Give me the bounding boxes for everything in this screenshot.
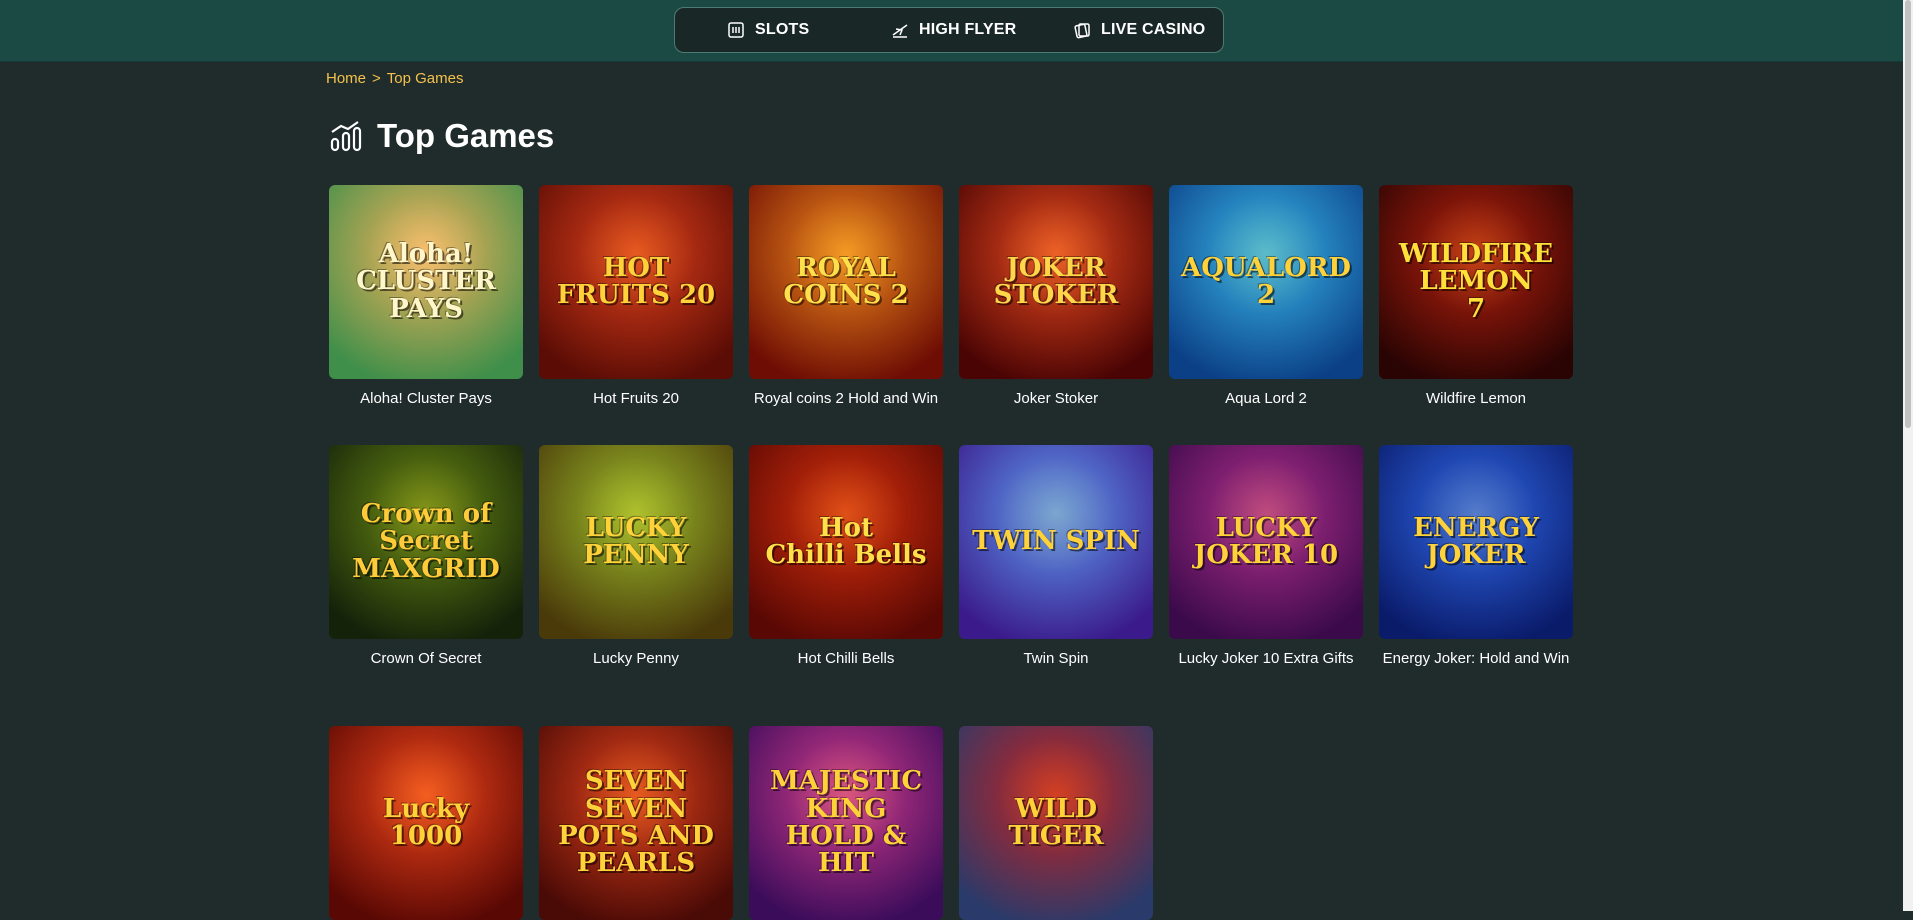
slot-machine-icon xyxy=(728,22,744,38)
page-title: Top Games xyxy=(377,117,555,154)
game-card[interactable]: MAJESTIC KING HOLD & HIT xyxy=(749,726,943,920)
game-card[interactable]: LUCKY PENNY Lucky Penny xyxy=(539,445,733,669)
game-name: Crown Of Secret xyxy=(370,650,482,667)
game-thumbnail[interactable]: TWIN SPIN xyxy=(959,445,1153,639)
thumbnail-glow xyxy=(996,455,1116,575)
game-art-title: Crown of Secret MAXGRID xyxy=(352,499,500,584)
nav-slots[interactable]: SLOTS xyxy=(727,21,809,39)
nav-live-casino-label: LIVE CASINO xyxy=(1101,21,1206,38)
game-thumbnail[interactable]: Aloha! CLUSTER PAYS xyxy=(329,185,523,379)
breadcrumb-separator: > xyxy=(372,70,381,87)
game-name: Energy Joker: Hold and Win xyxy=(1382,650,1570,667)
nav-high-flyer[interactable]: HIGH FLYER xyxy=(891,21,1016,39)
nav-live-casino[interactable]: LIVE CASINO xyxy=(1073,21,1205,39)
game-card[interactable]: WILD TIGER xyxy=(959,726,1153,920)
game-name: Lucky Joker 10 Extra Gifts xyxy=(1178,650,1354,667)
game-art-title: MAJESTIC KING HOLD & HIT xyxy=(769,766,923,879)
breadcrumb-home[interactable]: Home xyxy=(326,70,366,87)
scrollbar[interactable] xyxy=(1903,0,1913,911)
game-thumbnail[interactable]: MAJESTIC KING HOLD & HIT xyxy=(749,726,943,920)
game-name: Royal coins 2 Hold and Win xyxy=(753,390,939,407)
game-name: Aloha! Cluster Pays xyxy=(360,390,492,407)
game-thumbnail[interactable]: LUCKY JOKER 10 xyxy=(1169,445,1363,639)
main-nav: SLOTS HIGH FLYER LIVE CASINO xyxy=(674,7,1224,53)
game-card[interactable]: ROYAL COINS 2 Royal coins 2 Hold and Win xyxy=(749,185,943,409)
game-card[interactable]: ENERGY JOKER Energy Joker: Hold and Win xyxy=(1379,445,1573,669)
game-card[interactable]: Crown of Secret MAXGRID Crown Of Secret xyxy=(329,445,523,669)
game-thumbnail[interactable]: Hot Chilli Bells xyxy=(749,445,943,639)
game-card[interactable]: WILDFIRE LEMON 7 Wildfire Lemon xyxy=(1379,185,1573,409)
game-card[interactable]: JOKER STOKER Joker Stoker xyxy=(959,185,1153,409)
game-name: Joker Stoker xyxy=(1013,390,1099,407)
game-name: Twin Spin xyxy=(1023,650,1089,667)
game-art-title: LUCKY PENNY xyxy=(583,512,689,570)
game-card[interactable]: AQUALORD 2 Aqua Lord 2 xyxy=(1169,185,1363,409)
game-art-title: Hot Chilli Bells xyxy=(765,512,927,570)
game-name: Aqua Lord 2 xyxy=(1225,390,1307,407)
nav-slots-label: SLOTS xyxy=(755,21,810,38)
cards-icon xyxy=(1074,23,1090,39)
game-thumbnail[interactable]: JOKER STOKER xyxy=(959,185,1153,379)
game-thumbnail[interactable]: ENERGY JOKER xyxy=(1379,445,1573,639)
game-art-title: WILDFIRE LEMON 7 xyxy=(1398,239,1554,324)
game-name: Lucky Penny xyxy=(593,650,679,667)
game-art-title: WILD TIGER xyxy=(1008,793,1104,851)
breadcrumb-current[interactable]: Top Games xyxy=(387,70,464,87)
game-card[interactable]: HOT FRUITS 20 Hot Fruits 20 xyxy=(539,185,733,409)
game-card[interactable]: Hot Chilli Bells Hot Chilli Bells xyxy=(749,445,943,669)
game-thumbnail[interactable]: SEVEN SEVEN POTS AND PEARLS xyxy=(539,726,733,920)
page-title-row: Top Games xyxy=(329,117,554,155)
game-card[interactable]: Aloha! CLUSTER PAYS Aloha! Cluster Pays xyxy=(329,185,523,409)
game-name: Hot Chilli Bells xyxy=(797,650,895,667)
game-art-title: ENERGY JOKER xyxy=(1413,512,1539,570)
game-art-title: Aloha! CLUSTER PAYS xyxy=(356,239,496,324)
game-card[interactable]: Lucky 1000 xyxy=(329,726,523,920)
game-card[interactable]: TWIN SPIN Twin Spin xyxy=(959,445,1153,669)
game-thumbnail[interactable]: LUCKY PENNY xyxy=(539,445,733,639)
game-art-title: TWIN SPIN xyxy=(972,526,1140,557)
game-art-title: JOKER STOKER xyxy=(993,252,1119,310)
game-thumbnail[interactable]: Crown of Secret MAXGRID xyxy=(329,445,523,639)
game-thumbnail[interactable]: WILDFIRE LEMON 7 xyxy=(1379,185,1573,379)
game-thumbnail[interactable]: HOT FRUITS 20 xyxy=(539,185,733,379)
game-art-title: AQUALORD 2 xyxy=(1181,252,1351,310)
game-card[interactable]: SEVEN SEVEN POTS AND PEARLS xyxy=(539,726,733,920)
game-thumbnail[interactable]: ROYAL COINS 2 xyxy=(749,185,943,379)
game-art-title: Lucky 1000 xyxy=(382,793,470,851)
game-card[interactable]: LUCKY JOKER 10 Lucky Joker 10 Extra Gifts xyxy=(1169,445,1363,669)
game-art-title: LUCKY JOKER 10 xyxy=(1193,512,1339,570)
game-art-title: HOT FRUITS 20 xyxy=(556,252,716,310)
game-thumbnail[interactable]: AQUALORD 2 xyxy=(1169,185,1363,379)
game-thumbnail[interactable]: Lucky 1000 xyxy=(329,726,523,920)
game-art-title: ROYAL COINS 2 xyxy=(783,252,909,310)
game-name: Hot Fruits 20 xyxy=(593,390,679,407)
game-thumbnail[interactable]: WILD TIGER xyxy=(959,726,1153,920)
top-bar: SLOTS HIGH FLYER LIVE CASINO xyxy=(0,0,1903,62)
game-art-title: SEVEN SEVEN POTS AND PEARLS xyxy=(558,766,714,879)
chart-bars-icon xyxy=(330,121,362,152)
airplane-icon xyxy=(892,24,908,38)
scrollbar-thumb[interactable] xyxy=(1905,0,1911,428)
nav-high-flyer-label: HIGH FLYER xyxy=(919,21,1017,38)
game-name: Wildfire Lemon xyxy=(1425,390,1527,407)
breadcrumb: Home > Top Games xyxy=(326,70,463,87)
